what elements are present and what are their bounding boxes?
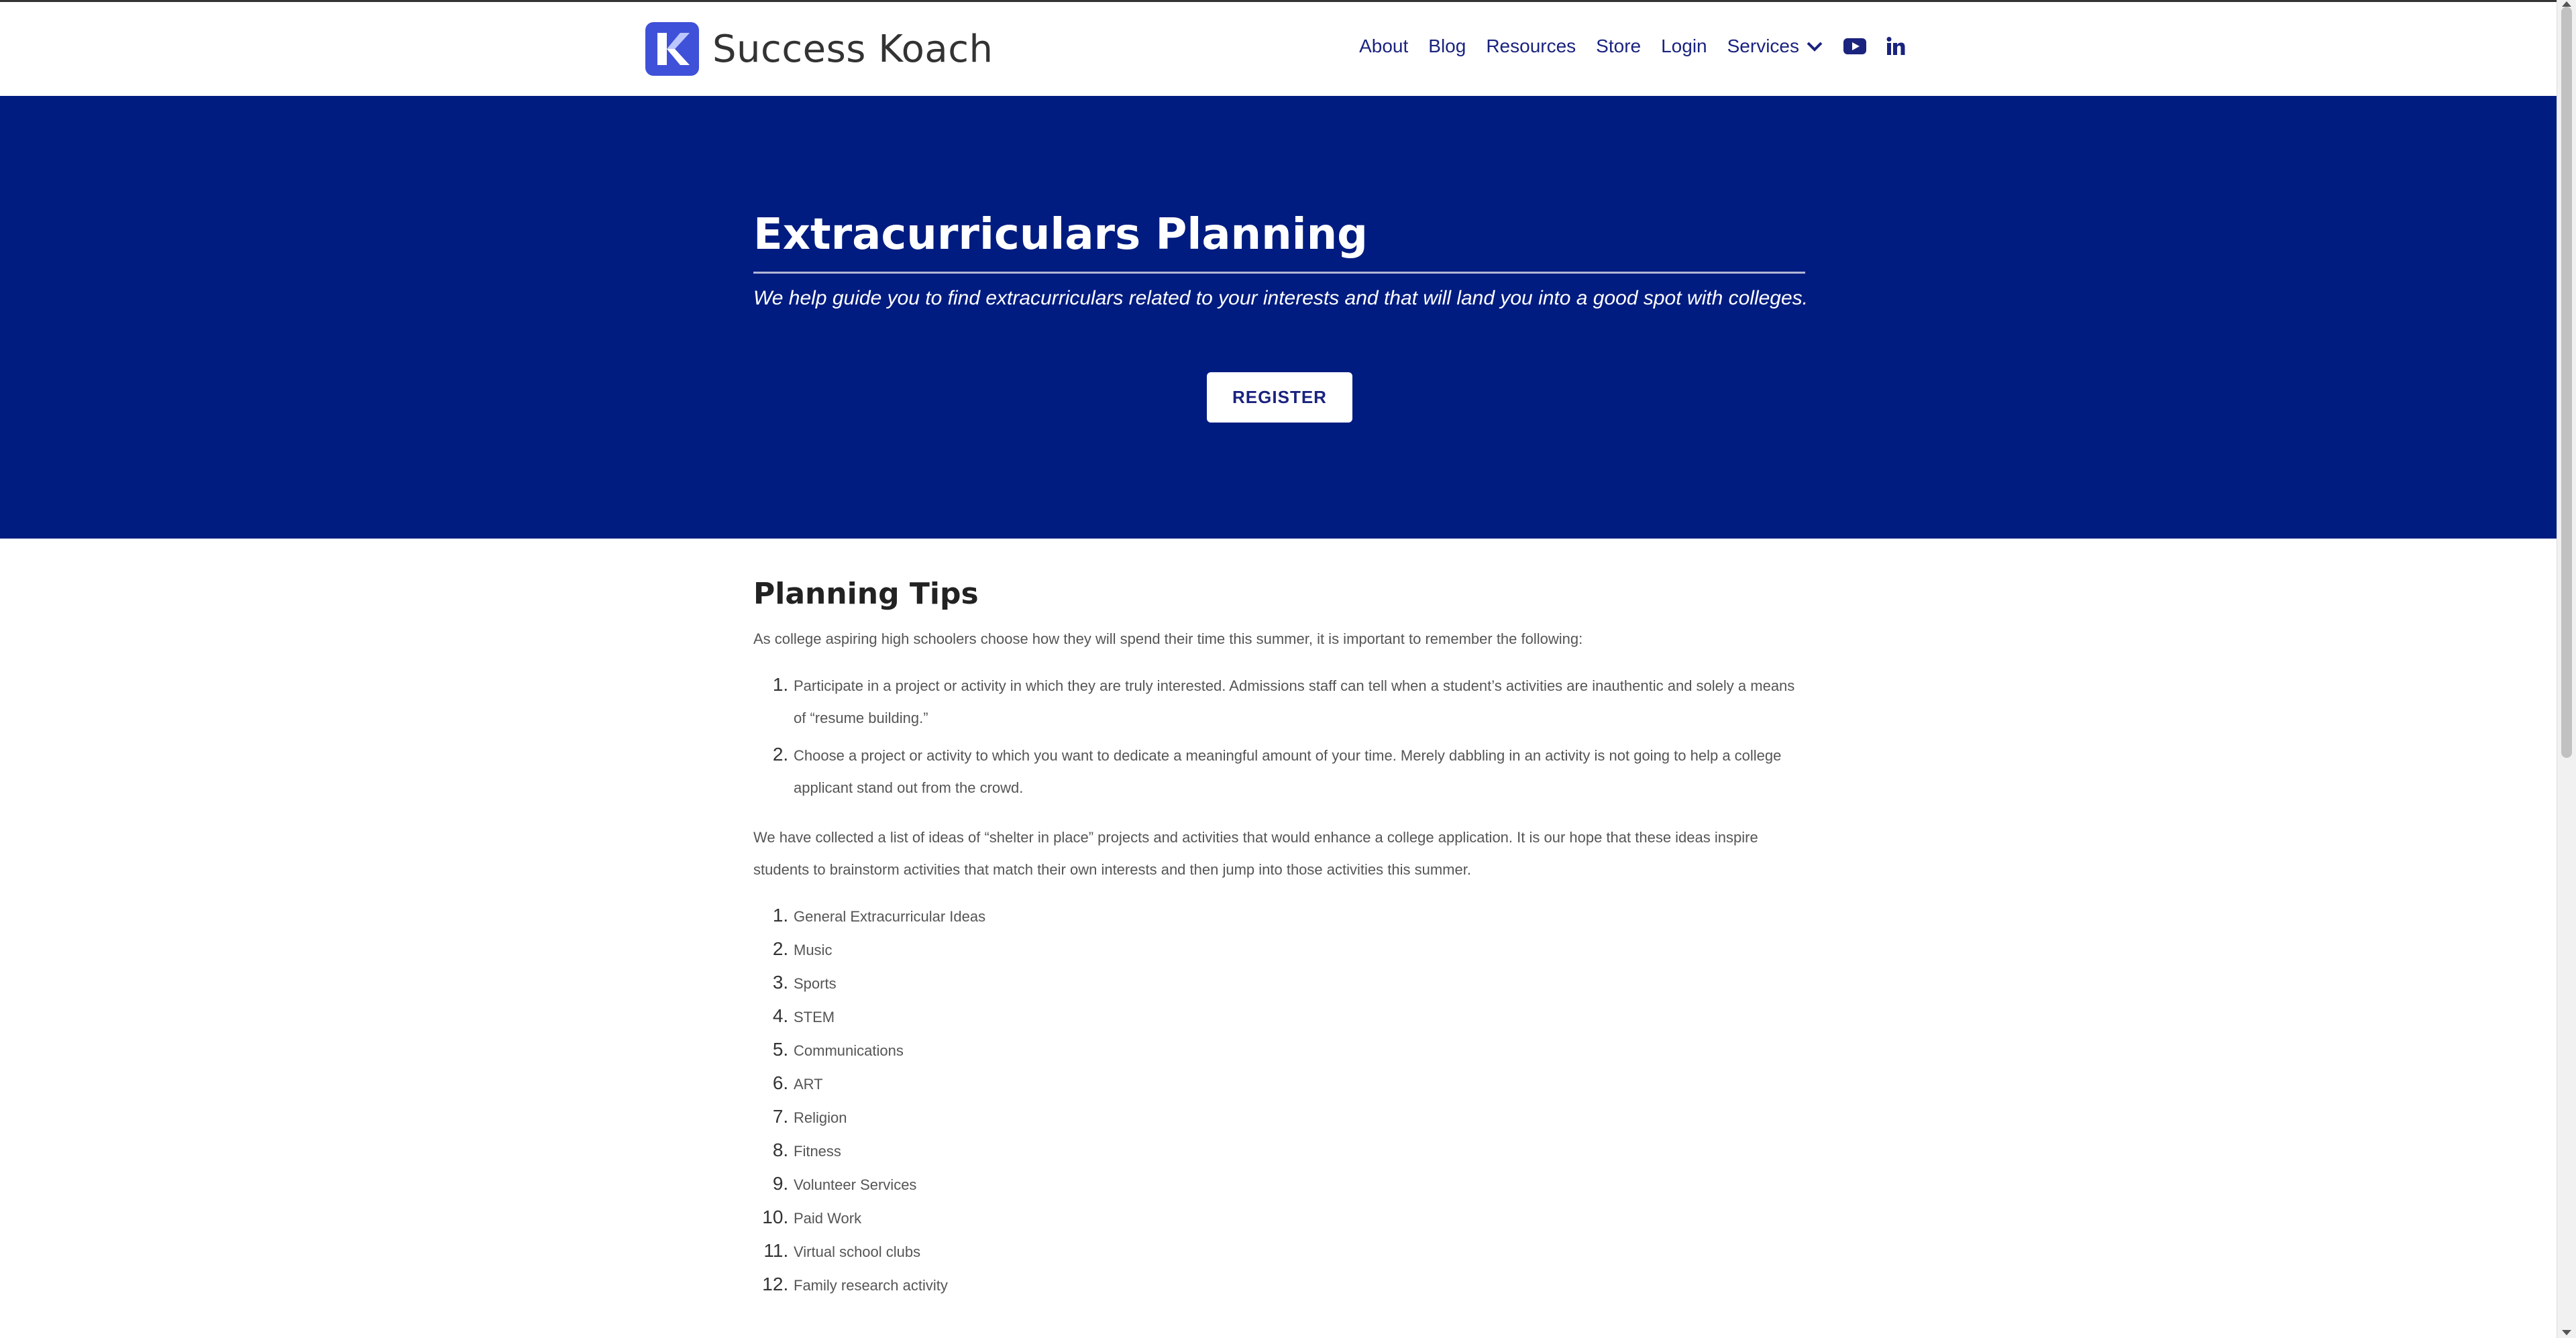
chevron-down-icon bbox=[1807, 42, 1823, 52]
site-header: Success Koach About Blog Resources Store… bbox=[0, 0, 2557, 96]
tip-item: Choose a project or activity to which yo… bbox=[794, 738, 1805, 804]
nav-resources[interactable]: Resources bbox=[1486, 36, 1576, 57]
idea-item: Volunteer Services bbox=[794, 1168, 1805, 1201]
page-title: Extracurriculars Planning bbox=[753, 210, 1368, 260]
idea-item: General Extracurricular Ideas bbox=[794, 899, 1805, 933]
tip-item: Participate in a project or activity in … bbox=[794, 669, 1805, 734]
tips-list: Participate in a project or activity in … bbox=[753, 669, 1805, 804]
idea-item: Music bbox=[794, 933, 1805, 966]
idea-item: Paid Work bbox=[794, 1201, 1805, 1235]
vertical-scrollbar[interactable] bbox=[2557, 0, 2576, 1338]
youtube-link[interactable] bbox=[1843, 38, 1866, 54]
ideas-list: General Extracurricular Ideas Music Spor… bbox=[753, 899, 1805, 1302]
youtube-icon bbox=[1843, 38, 1866, 54]
idea-item: ART bbox=[794, 1067, 1805, 1101]
hero-subtitle: We help guide you to find extracurricula… bbox=[753, 287, 1808, 309]
nav-services-label: Services bbox=[1727, 36, 1799, 56]
nav-store[interactable]: Store bbox=[1596, 36, 1641, 57]
section-heading: Planning Tips bbox=[753, 577, 979, 611]
nav-blog[interactable]: Blog bbox=[1428, 36, 1466, 57]
linkedin-link[interactable] bbox=[1886, 37, 1905, 56]
idea-item: Sports bbox=[794, 966, 1805, 1000]
nav-about[interactable]: About bbox=[1359, 36, 1408, 57]
scrollbar-thumb[interactable] bbox=[2561, 7, 2572, 758]
title-divider bbox=[753, 272, 1805, 274]
scroll-down-arrow-icon[interactable] bbox=[2562, 1330, 2571, 1335]
idea-item: Communications bbox=[794, 1034, 1805, 1067]
register-button[interactable]: REGISTER bbox=[1207, 372, 1352, 423]
idea-item: Family research activity bbox=[794, 1268, 1805, 1302]
nav-login[interactable]: Login bbox=[1661, 36, 1707, 57]
logo-link[interactable]: Success Koach bbox=[645, 22, 994, 76]
nav-services-dropdown[interactable]: Services bbox=[1727, 36, 1823, 57]
main-nav: About Blog Resources Store Login Service… bbox=[1339, 36, 1905, 57]
logo-k-icon bbox=[645, 22, 699, 76]
idea-item: Virtual school clubs bbox=[794, 1235, 1805, 1268]
page: Success Koach About Blog Resources Store… bbox=[0, 0, 2557, 1338]
linkedin-icon bbox=[1886, 37, 1905, 55]
hero-banner: Extracurriculars Planning We help guide … bbox=[0, 96, 2557, 539]
logo-text: Success Koach bbox=[712, 27, 994, 71]
scroll-up-arrow-icon[interactable] bbox=[2562, 1, 2571, 7]
main-content: Planning Tips As college aspiring high s… bbox=[753, 577, 1805, 1319]
intro-paragraph: As college aspiring high schoolers choos… bbox=[753, 630, 1583, 647]
ideas-paragraph: We have collected a list of ideas of “sh… bbox=[753, 829, 1758, 878]
idea-item: STEM bbox=[794, 1000, 1805, 1034]
idea-item: Fitness bbox=[794, 1134, 1805, 1168]
idea-item: Religion bbox=[794, 1101, 1805, 1134]
